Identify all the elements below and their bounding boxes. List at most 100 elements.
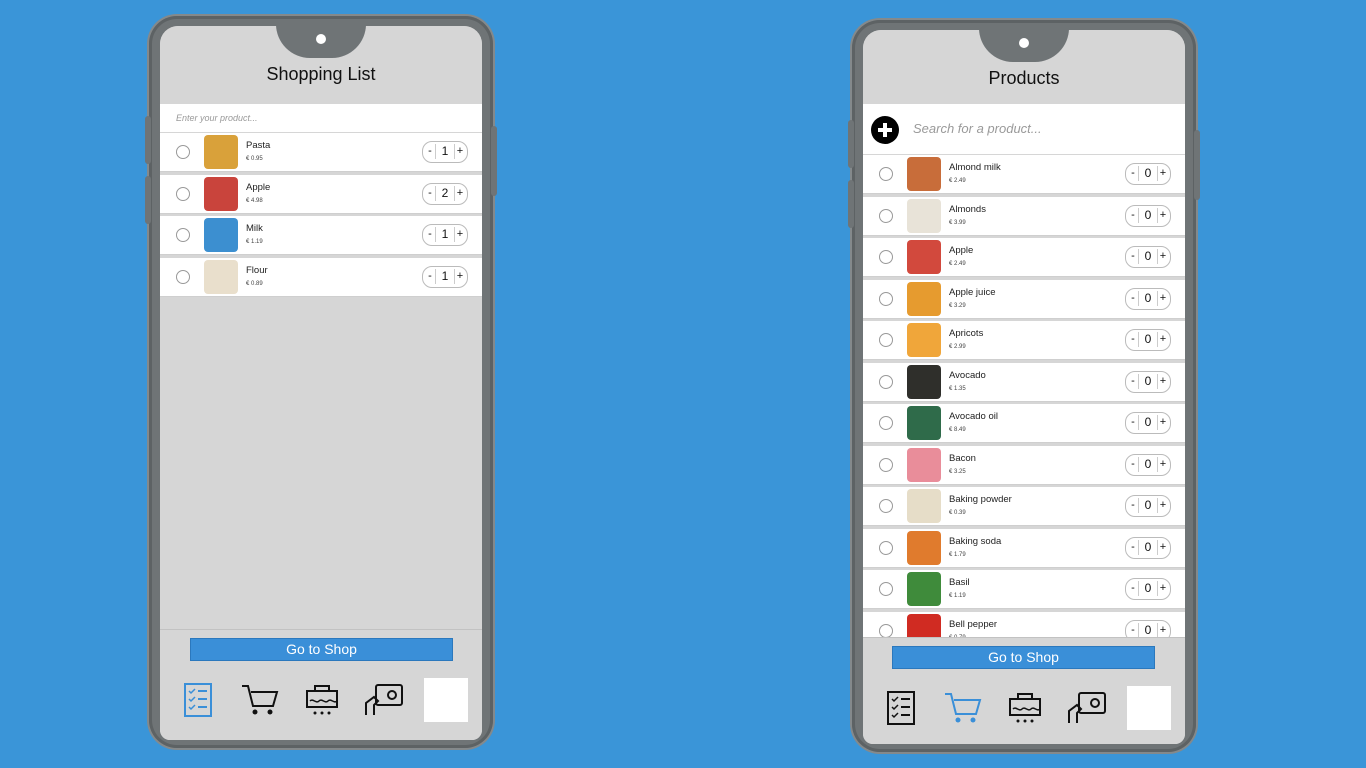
select-radio[interactable] <box>176 186 190 201</box>
go-to-shop-button[interactable]: Go to Shop <box>190 638 453 661</box>
volume-up-button <box>145 116 151 164</box>
list-item[interactable]: Pasta € 0.95 -1 + <box>160 133 482 172</box>
quantity-value: 1 <box>435 227 455 242</box>
select-radio[interactable] <box>879 582 893 596</box>
select-radio[interactable] <box>879 499 893 513</box>
list-item[interactable]: Flour € 0.89 -1 + <box>160 257 482 297</box>
page-title: Products <box>988 68 1060 88</box>
list-icon[interactable] <box>176 678 220 722</box>
product-price: € 0.39 <box>949 510 966 516</box>
list-item[interactable]: Baking powder € 0.39 -0 + <box>863 487 1185 526</box>
product-image <box>907 572 941 606</box>
select-radio[interactable] <box>879 374 893 389</box>
increase-button[interactable]: + <box>1157 458 1169 470</box>
quantity-value: 0 <box>1138 249 1158 264</box>
product-list: Almond milk € 2.49-0 + Almonds € 3.99-0 + Appl… <box>863 155 1185 653</box>
product-image <box>204 259 238 294</box>
payment-icon[interactable] <box>362 678 406 722</box>
select-radio[interactable] <box>879 540 893 555</box>
screen-right: Products Search for a product... Almond … <box>863 30 1185 744</box>
quantity-stepper: -1 + <box>422 265 468 288</box>
shopping-list: Pasta € 0.95 -1 + Apple € 4.98 -2 + Milk € 1.19 -1… <box>160 133 482 299</box>
quantity-value: 0 <box>1138 539 1158 555</box>
quantity-stepper: -0 + <box>1125 246 1171 268</box>
list-item[interactable]: Apple € 2.49 -0 + <box>863 238 1185 277</box>
product-input[interactable]: Enter your product... <box>160 104 482 132</box>
cart-icon[interactable] <box>941 686 985 730</box>
increase-button[interactable]: + <box>1157 209 1169 221</box>
bottom-nav <box>176 678 468 722</box>
select-radio[interactable] <box>879 333 893 347</box>
camera-icon <box>1019 38 1029 48</box>
list-item[interactable]: Avocado € 1.35 -0 + <box>863 362 1185 402</box>
quantity-stepper: -0 + <box>1125 204 1171 227</box>
increase-button[interactable]: + <box>1157 499 1169 511</box>
increase-button[interactable]: + <box>1157 541 1169 553</box>
increase-button[interactable]: + <box>454 145 466 157</box>
select-radio[interactable] <box>879 457 893 472</box>
increase-button[interactable]: + <box>1157 375 1169 387</box>
list-item[interactable]: Almond milk € 2.49 -0 + <box>863 155 1185 194</box>
notch <box>979 30 1069 62</box>
list-item[interactable]: Apple juice € 3.29 -0 + <box>863 279 1185 319</box>
quantity-value: 0 <box>1138 166 1158 181</box>
increase-button[interactable]: + <box>1157 167 1169 179</box>
cart-icon[interactable] <box>238 678 282 722</box>
increase-button[interactable]: + <box>1157 416 1169 428</box>
list-item[interactable]: Apple € 4.98 -2 + <box>160 174 482 214</box>
footer: Go to Shop <box>160 629 482 740</box>
product-image <box>907 406 941 440</box>
increase-button[interactable]: + <box>1157 292 1169 304</box>
header: Products <box>863 30 1185 104</box>
product-image <box>907 364 941 399</box>
select-radio[interactable] <box>879 208 893 223</box>
select-radio[interactable] <box>176 145 190 159</box>
product-name: Apple juice <box>949 286 996 298</box>
increase-button[interactable]: + <box>1157 624 1169 636</box>
volume-down-button <box>848 180 854 228</box>
list-item[interactable]: Milk € 1.19 -1 + <box>160 216 482 255</box>
select-radio[interactable] <box>879 416 893 430</box>
select-radio[interactable] <box>879 291 893 306</box>
list-item[interactable]: Apricots € 2.99 -0 + <box>863 321 1185 360</box>
select-radio[interactable] <box>879 623 893 638</box>
increase-button[interactable]: + <box>1157 582 1169 594</box>
volume-down-button <box>145 176 151 224</box>
quantity-value: 0 <box>1138 456 1158 472</box>
product-name: Apricots <box>949 328 984 339</box>
screen-left: Shopping List Enter your product... Past… <box>160 26 482 740</box>
select-radio[interactable] <box>176 269 190 284</box>
product-name: Bacon <box>949 452 976 464</box>
product-price: € 3.25 <box>949 468 966 475</box>
increase-button[interactable]: + <box>454 228 466 240</box>
select-radio[interactable] <box>879 167 893 181</box>
go-to-shop-button[interactable]: Go to Shop <box>892 646 1155 669</box>
quantity-stepper: -1 + <box>422 224 468 246</box>
list-item[interactable]: Almonds € 3.99 -0 + <box>863 196 1185 236</box>
quantity-value: 0 <box>1138 207 1158 223</box>
list-icon[interactable] <box>879 686 923 730</box>
payment-icon[interactable] <box>1065 686 1109 730</box>
add-product-icon[interactable] <box>871 116 899 144</box>
list-item[interactable]: Avocado oil € 8.49 -0 + <box>863 404 1185 443</box>
increase-button[interactable]: + <box>454 270 466 282</box>
list-item[interactable]: Baking soda € 1.79 -0 + <box>863 528 1185 568</box>
product-image <box>907 447 941 482</box>
quantity-stepper: -0 + <box>1125 412 1171 434</box>
product-image <box>204 135 238 169</box>
increase-button[interactable]: + <box>1157 250 1169 262</box>
select-radio[interactable] <box>176 228 190 242</box>
list-item[interactable]: Basil € 1.19 -0 + <box>863 570 1185 609</box>
select-radio[interactable] <box>879 250 893 264</box>
basket-icon[interactable] <box>1003 686 1047 730</box>
product-price: € 1.19 <box>949 593 966 599</box>
increase-button[interactable]: + <box>454 187 466 199</box>
phone-right: Products Search for a product... Almond … <box>848 20 1200 752</box>
search-bar[interactable]: Search for a product... <box>863 104 1185 154</box>
bottom-nav <box>879 686 1171 730</box>
basket-icon[interactable] <box>300 678 344 722</box>
list-item[interactable]: Bacon € 3.25 -0 + <box>863 445 1185 485</box>
quantity-stepper: -1 + <box>422 141 468 163</box>
product-image <box>907 530 941 565</box>
increase-button[interactable]: + <box>1157 333 1169 345</box>
